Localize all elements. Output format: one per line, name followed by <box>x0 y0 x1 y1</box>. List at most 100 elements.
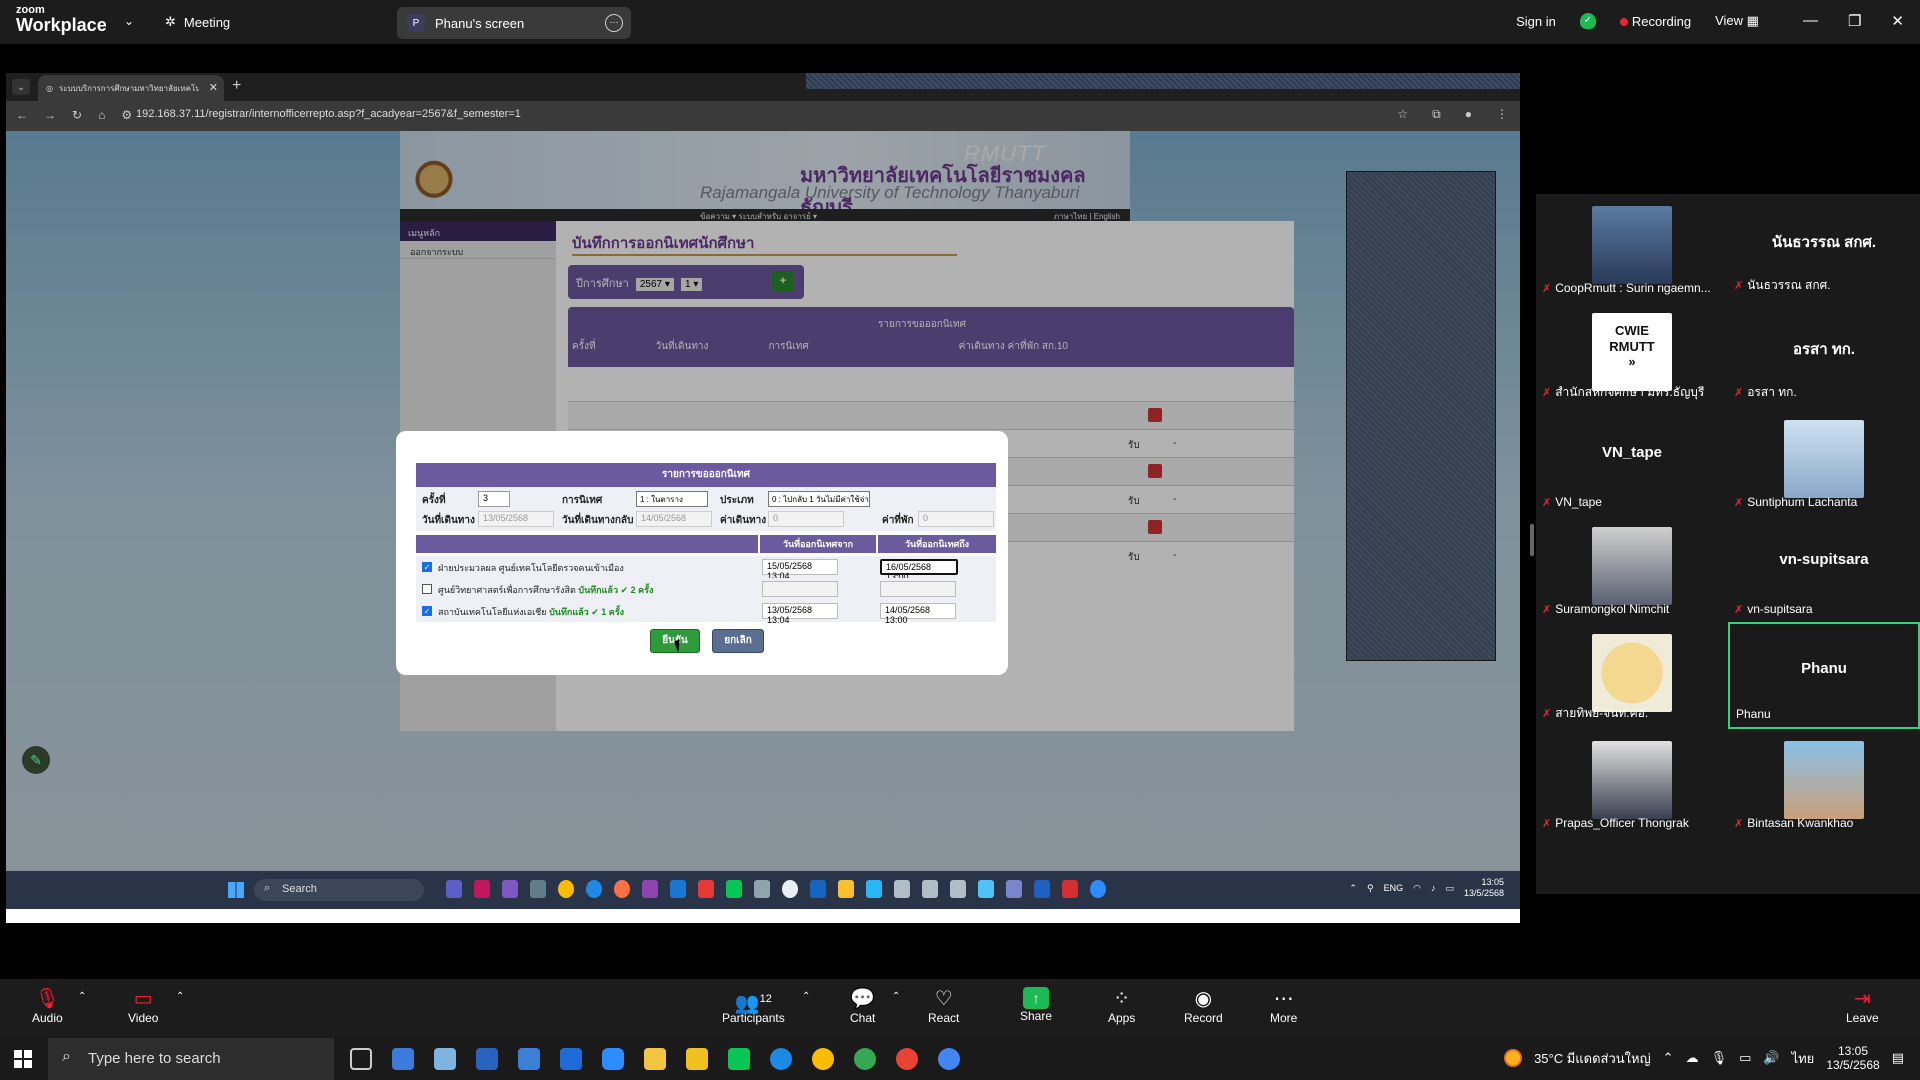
meeting-menu[interactable]: ✲ Meeting <box>165 14 230 30</box>
participants-caret-icon[interactable]: ⌃ <box>802 991 810 1002</box>
notification-icon[interactable]: ▤ <box>1892 1050 1904 1066</box>
line-icon[interactable] <box>726 880 742 898</box>
app-icon[interactable] <box>1062 880 1078 898</box>
round-input[interactable]: 3 <box>478 491 510 507</box>
calculator-icon[interactable] <box>476 1048 498 1070</box>
app-icon[interactable] <box>894 880 910 898</box>
chat-caret-icon[interactable]: ⌃ <box>892 991 900 1002</box>
video-options-caret-icon[interactable]: ⌃ <box>176 991 184 1002</box>
annotate-pen-icon[interactable]: ✎ <box>22 746 50 774</box>
share-button[interactable]: ↑ Share <box>1020 987 1052 1023</box>
weather-text[interactable]: 35°C มีแดดส่วนใหญ่ <box>1534 1048 1651 1069</box>
zoom-icon[interactable] <box>602 1048 624 1070</box>
to-datetime-input[interactable]: 14/05/2568 13:00 <box>880 603 956 625</box>
more-options-icon[interactable]: ··· <box>605 14 623 32</box>
forward-icon[interactable]: → <box>44 108 56 122</box>
participant-tile[interactable]: ✗ Prapas_Officer Thongrak <box>1536 729 1728 836</box>
participant-tile[interactable]: อรสา ทก. ✗ อรสา ทก. <box>1728 301 1920 408</box>
app-icon[interactable] <box>474 880 490 898</box>
mic-icon[interactable]: 🎙 <box>1711 1050 1728 1066</box>
audio-options-caret-icon[interactable]: ⌃ <box>78 991 86 1002</box>
tab-search-icon[interactable]: ⌄ <box>12 79 30 95</box>
file-explorer-icon[interactable] <box>644 1048 666 1070</box>
participant-tile[interactable]: ✗ สายทิพย์-จนท.คอ. <box>1536 622 1728 729</box>
type-select[interactable]: 1 : ในตาราง <box>636 491 708 507</box>
app-icon[interactable] <box>502 880 518 898</box>
row-checkbox[interactable] <box>422 584 432 594</box>
travel-cost-input[interactable]: 0 <box>768 511 844 527</box>
edge-icon[interactable] <box>586 880 602 898</box>
restore-icon[interactable]: ❐ <box>1848 12 1861 30</box>
to-datetime-input[interactable]: 16/05/2568 13:00 <box>880 559 958 582</box>
back-icon[interactable]: ← <box>16 108 28 122</box>
browser-tab[interactable]: ◎ ระบบบริการการศึกษามหาวิทยาลัยเทคโนโลยี… <box>38 75 224 101</box>
remote-clock[interactable]: 13:05 13/5/2568 <box>1464 877 1504 900</box>
windows-clock[interactable]: 13:05 13/5/2568 <box>1826 1044 1879 1073</box>
row-checkbox[interactable]: ✓ <box>422 606 432 616</box>
url-field[interactable]: 192.168.37.11/registrar/internofficerrep… <box>136 108 521 120</box>
anydesk-icon[interactable] <box>698 880 714 898</box>
edge-icon[interactable] <box>770 1048 792 1070</box>
participant-tile[interactable]: ✗ Suntiphum Lachanta <box>1728 408 1920 515</box>
wifi-icon[interactable]: ◠ <box>1413 883 1421 894</box>
line-icon[interactable] <box>728 1048 750 1070</box>
apps-button[interactable]: ⁘ Apps <box>1108 987 1135 1025</box>
tab-close-icon[interactable]: ✕ <box>209 81 218 94</box>
from-datetime-input[interactable]: 13/05/2568 13:04 <box>762 603 838 625</box>
volume-icon[interactable]: ♪ <box>1431 883 1436 893</box>
chat-button[interactable]: 💬 Chat <box>850 987 875 1025</box>
chevron-up-icon[interactable]: ⌃ <box>1349 883 1357 894</box>
app-icon[interactable] <box>686 1048 708 1070</box>
new-tab-icon[interactable]: + <box>232 77 241 95</box>
leave-button[interactable]: ⇥ Leave <box>1846 987 1879 1025</box>
windows-search-box[interactable]: ⌕ Type here to search <box>48 1038 334 1080</box>
depart-input[interactable]: 13/05/2568 <box>478 511 554 527</box>
app-icon[interactable] <box>1006 880 1022 898</box>
profile-icon[interactable]: ● <box>1465 107 1472 122</box>
lodging-input[interactable]: 0 <box>918 511 994 527</box>
windows-start-icon[interactable] <box>228 882 244 898</box>
app-icon[interactable] <box>530 880 546 898</box>
windows-lang[interactable]: ไทย <box>1792 1048 1815 1069</box>
teams-icon[interactable] <box>446 880 462 898</box>
record-button[interactable]: ◉ Record <box>1184 987 1223 1025</box>
participants-button[interactable]: 👥12 Participants <box>722 987 785 1025</box>
mail-icon[interactable] <box>560 1048 582 1070</box>
row-checkbox[interactable]: ✓ <box>422 562 432 572</box>
more-button[interactable]: ⋯ More <box>1270 987 1297 1025</box>
app-icon[interactable] <box>434 1048 456 1070</box>
site-info-icon[interactable]: ⚙ <box>121 108 132 122</box>
kind-select[interactable]: 0 : ไปกลับ 1 วันไม่มีค่าใช้จ่าย <box>768 491 870 507</box>
minimize-icon[interactable]: — <box>1803 12 1818 30</box>
recording-indicator[interactable]: Recording <box>1619 14 1691 29</box>
participant-tile-active-speaker[interactable]: Phanu Phanu <box>1728 622 1920 729</box>
weather-sun-icon[interactable] <box>1504 1049 1523 1068</box>
windows-start-icon[interactable] <box>14 1050 32 1068</box>
screen-share-pill[interactable]: P Phanu's screen ··· <box>397 7 631 39</box>
view-menu[interactable]: View ▦ <box>1715 13 1759 29</box>
app-icon[interactable] <box>754 880 770 898</box>
from-datetime-input[interactable] <box>762 581 838 597</box>
chrome-icon[interactable] <box>938 1048 960 1070</box>
remote-lang[interactable]: ENG <box>1384 883 1404 893</box>
cancel-button[interactable]: ยกเลิก <box>712 629 764 653</box>
home-icon[interactable]: ⌂ <box>98 108 105 122</box>
participant-tile[interactable]: ✗ Bintasan Kwankhao <box>1728 729 1920 836</box>
chrome-icon[interactable] <box>896 1048 918 1070</box>
app-icon[interactable] <box>922 880 938 898</box>
battery-icon[interactable]: ▭ <box>1445 883 1454 894</box>
word-icon[interactable] <box>1034 880 1050 898</box>
app-icon[interactable] <box>978 880 994 898</box>
participant-tile[interactable]: นันธวรรณ สกศ. ✗ นันธวรรณ สกศ. <box>1728 194 1920 301</box>
sign-in-link[interactable]: Sign in <box>1516 14 1556 29</box>
defender-icon[interactable] <box>810 880 826 898</box>
chrome-icon[interactable] <box>812 1048 834 1070</box>
task-view-icon[interactable] <box>350 1048 372 1070</box>
participant-tile[interactable]: ✗ Suramongkol Nimchit <box>1536 515 1728 622</box>
video-button[interactable]: ▭ Video <box>128 987 158 1025</box>
remote-search-box[interactable]: ⌕ Search <box>254 879 424 901</box>
chevron-up-icon[interactable]: ⌃ <box>1663 1050 1674 1066</box>
from-datetime-input[interactable]: 15/05/2568 13:04 <box>762 559 838 581</box>
zoom-icon[interactable] <box>1090 880 1106 898</box>
shield-check-icon[interactable]: ✓ <box>1579 13 1596 29</box>
